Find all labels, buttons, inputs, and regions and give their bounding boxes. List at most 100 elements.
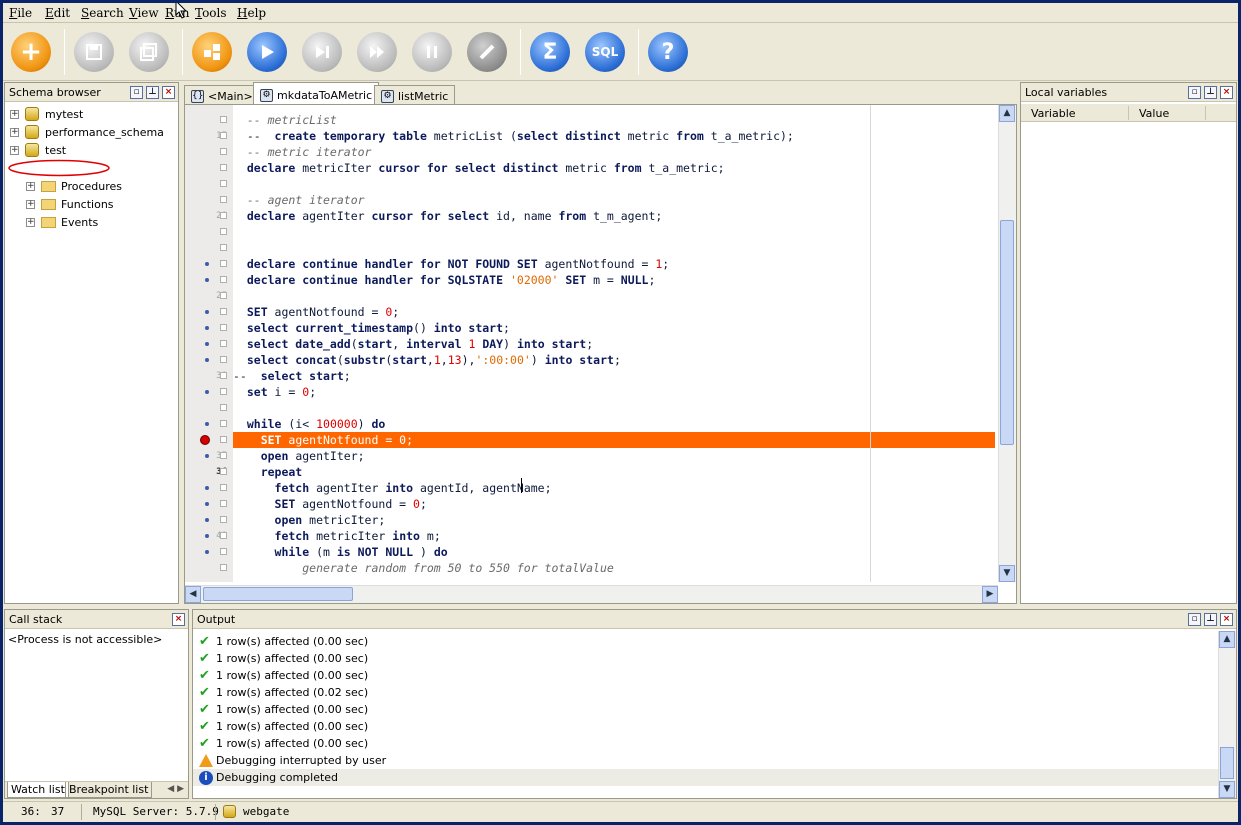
- gutter-line[interactable]: [185, 240, 233, 256]
- code-line[interactable]: while (i< 100000) do: [233, 416, 995, 432]
- restore-icon[interactable]: ▫: [130, 86, 143, 99]
- tree-item-functions[interactable]: + Functions: [26, 195, 114, 213]
- gutter-line[interactable]: [185, 512, 233, 528]
- code-line[interactable]: [233, 176, 995, 192]
- step-over-button[interactable]: [357, 32, 397, 72]
- close-icon[interactable]: ×: [1220, 613, 1233, 626]
- horizontal-scrollbar[interactable]: ◀ ▶: [185, 585, 998, 603]
- close-icon[interactable]: ×: [172, 613, 185, 626]
- pin-icon[interactable]: ⊥: [146, 86, 159, 99]
- save-button[interactable]: [74, 32, 114, 72]
- code-line[interactable]: open agentIter;: [233, 448, 995, 464]
- save-all-button[interactable]: [129, 32, 169, 72]
- code-line[interactable]: repeat: [233, 464, 995, 480]
- code-editor[interactable]: 15 20 25 30 3536 40 generate random from 50 t…: [184, 104, 1017, 604]
- menu-file[interactable]: File: [9, 6, 32, 20]
- gutter-line[interactable]: [185, 384, 233, 400]
- fold-marker-icon[interactable]: [220, 244, 227, 251]
- expand-icon[interactable]: +: [26, 199, 35, 209]
- editor-gutter[interactable]: 15 20 25 30 3536 40: [185, 105, 233, 582]
- fold-marker-icon[interactable]: [220, 164, 227, 171]
- gutter-line[interactable]: [185, 144, 233, 160]
- restore-icon[interactable]: ▫: [1188, 613, 1201, 626]
- code-line[interactable]: declare continue handler for NOT FOUND S…: [233, 256, 995, 272]
- fold-marker-icon[interactable]: [220, 148, 227, 155]
- gutter-line[interactable]: 30: [185, 368, 233, 384]
- fold-marker-icon[interactable]: [220, 180, 227, 187]
- gutter-line[interactable]: [185, 544, 233, 560]
- fold-marker-icon[interactable]: [220, 484, 227, 491]
- gutter-line[interactable]: [185, 192, 233, 208]
- scroll-up-icon[interactable]: ▲: [1219, 631, 1235, 648]
- code-line[interactable]: -- metric iterator: [233, 144, 995, 160]
- output-row[interactable]: ✔ 1 row(s) affected (0.00 sec): [199, 735, 368, 752]
- code-line[interactable]: [233, 240, 995, 256]
- code-line[interactable]: -- create temporary table metricList (se…: [233, 128, 995, 144]
- tab-scroll-arrows-icon[interactable]: ◀ ▶: [167, 784, 184, 794]
- gutter-line[interactable]: [185, 416, 233, 432]
- executable-line-icon[interactable]: [205, 326, 209, 330]
- tree-item-procedures[interactable]: + Procedures: [26, 177, 122, 195]
- scroll-left-icon[interactable]: ◀: [185, 586, 201, 603]
- expand-icon[interactable]: +: [10, 127, 19, 137]
- expand-icon[interactable]: +: [10, 109, 19, 119]
- scroll-down-icon[interactable]: ▼: [999, 565, 1015, 582]
- gutter-line[interactable]: [185, 560, 233, 576]
- code-line[interactable]: declare agentIter cursor for select id, …: [233, 208, 995, 224]
- fold-marker-icon[interactable]: [220, 452, 227, 459]
- gutter-line[interactable]: [185, 160, 233, 176]
- gutter-line[interactable]: 15: [185, 128, 233, 144]
- fold-marker-icon[interactable]: [220, 212, 227, 219]
- executable-line-icon[interactable]: [205, 502, 209, 506]
- code-line[interactable]: [233, 224, 995, 240]
- gutter-line[interactable]: [185, 176, 233, 192]
- executable-line-icon[interactable]: [205, 422, 209, 426]
- fold-marker-icon[interactable]: [220, 564, 227, 571]
- fold-marker-icon[interactable]: [220, 420, 227, 427]
- gutter-line[interactable]: [185, 256, 233, 272]
- code-line[interactable]: [233, 288, 995, 304]
- pin-icon[interactable]: ⊥: [1204, 86, 1217, 99]
- executable-line-icon[interactable]: [205, 278, 209, 282]
- pin-icon[interactable]: ⊥: [1204, 613, 1217, 626]
- fold-marker-icon[interactable]: [220, 356, 227, 363]
- scroll-right-icon[interactable]: ▶: [982, 586, 998, 603]
- scroll-up-icon[interactable]: ▲: [999, 105, 1015, 122]
- executable-line-icon[interactable]: [205, 454, 209, 458]
- fold-marker-icon[interactable]: [220, 116, 227, 123]
- code-line[interactable]: select current_timestamp() into start;: [233, 320, 995, 336]
- tree-item-events[interactable]: + Events: [26, 213, 98, 231]
- fold-marker-icon[interactable]: [220, 308, 227, 315]
- fold-marker-icon[interactable]: [220, 340, 227, 347]
- code-line[interactable]: declare metricIter cursor for select dis…: [233, 160, 995, 176]
- fold-marker-icon[interactable]: [220, 388, 227, 395]
- code-line[interactable]: SET agentNotfound = 0;: [233, 496, 995, 512]
- tree-item-database[interactable]: + test: [10, 141, 66, 159]
- tree-item-database[interactable]: + performance_schema: [10, 123, 164, 141]
- gutter-line[interactable]: [185, 352, 233, 368]
- restore-icon[interactable]: ▫: [1188, 86, 1201, 99]
- column-header-variable[interactable]: Variable: [1031, 107, 1076, 120]
- output-row[interactable]: ✔ 1 row(s) affected (0.00 sec): [199, 650, 368, 667]
- breakpoint-icon[interactable]: [200, 435, 210, 445]
- fold-marker-icon[interactable]: [220, 292, 227, 299]
- scroll-thumb[interactable]: [203, 587, 353, 601]
- executable-line-icon[interactable]: [205, 390, 209, 394]
- gutter-line[interactable]: [185, 304, 233, 320]
- output-scrollbar[interactable]: ▲ ▼: [1218, 631, 1236, 798]
- output-row[interactable]: Debugging interrupted by user: [199, 752, 386, 769]
- fold-marker-icon[interactable]: [220, 196, 227, 203]
- code-line[interactable]: while (m is NOT NULL ) do: [233, 544, 995, 560]
- vertical-scrollbar[interactable]: ▲ ▼: [998, 105, 1016, 582]
- fold-marker-icon[interactable]: [220, 436, 227, 443]
- expand-icon[interactable]: +: [26, 217, 35, 227]
- help-button[interactable]: ?: [648, 32, 688, 72]
- output-row[interactable]: ✔ 1 row(s) affected (0.00 sec): [199, 667, 368, 684]
- tab-mkdatatoametric[interactable]: ⚙ mkdataToAMetric: [253, 82, 380, 104]
- tab-watch-list[interactable]: Watch list: [7, 782, 69, 798]
- code-line[interactable]: open metricIter;: [233, 512, 995, 528]
- code-line[interactable]: SET agentNotfound = 0;: [233, 304, 995, 320]
- gutter-line[interactable]: [185, 272, 233, 288]
- gutter-line[interactable]: 36: [185, 464, 233, 480]
- gutter-line[interactable]: [185, 400, 233, 416]
